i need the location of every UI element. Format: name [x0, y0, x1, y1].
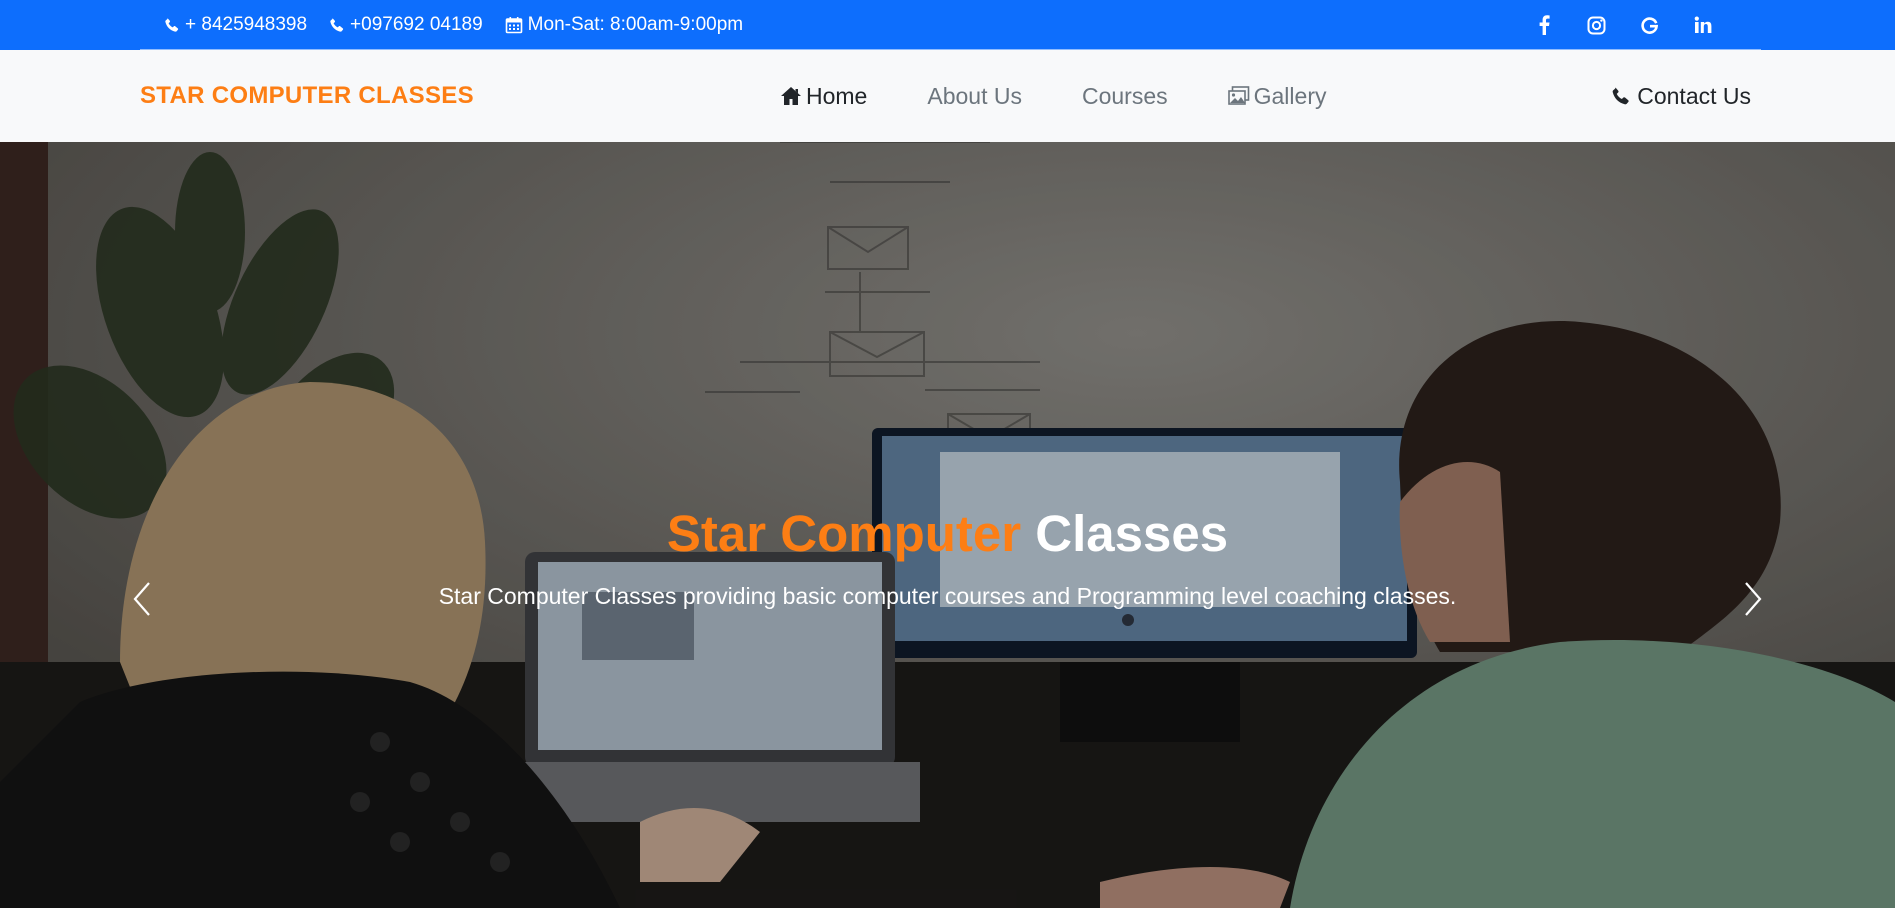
opening-hours-text: Mon-Sat: 8:00am-9:00pm [527, 14, 744, 35]
facebook-icon [1539, 15, 1550, 35]
instagram-icon [1587, 16, 1606, 34]
phone-2[interactable]: +097692 04189 [329, 14, 483, 36]
phone-icon [330, 18, 344, 32]
phone-1-text: + 8425948398 [185, 14, 308, 35]
phone-1[interactable]: + 8425948398 [164, 14, 307, 36]
hero-title-rest: Classes [1035, 505, 1229, 562]
nav-gallery[interactable]: Gallery [1227, 82, 1327, 110]
phone-icon [1612, 87, 1629, 105]
nav-home[interactable]: Home [780, 83, 867, 110]
nav-home-label: Home [806, 82, 868, 109]
opening-hours: Mon-Sat: 8:00am-9:00pm [505, 14, 743, 36]
nav-about-label: About Us [927, 82, 1022, 109]
nav-courses[interactable]: Courses [1082, 83, 1168, 110]
hero-subtitle: Star Computer Classes providing basic co… [438, 583, 1457, 609]
nav-contact-label: Contact Us [1637, 82, 1751, 109]
hero-carousel: Star Computer Classes Star Computer Clas… [0, 142, 1895, 908]
carousel-next-button[interactable] [1738, 574, 1768, 624]
nav-links: Home About Us Courses Gallery [780, 50, 1326, 142]
carousel-prev-button[interactable] [127, 574, 157, 624]
nav-contact[interactable]: Contact Us [1611, 50, 1751, 142]
main-navbar: STAR COMPUTER CLASSES Home About Us Cour… [0, 50, 1895, 142]
nav-gallery-label: Gallery [1253, 82, 1327, 109]
linkedin-icon [1694, 16, 1711, 33]
brand-logo[interactable]: STAR COMPUTER CLASSES [140, 50, 474, 142]
gallery-icon [1227, 86, 1249, 105]
google-link[interactable] [1623, 0, 1676, 50]
nav-courses-label: Courses [1081, 82, 1168, 109]
social-links [1517, 0, 1729, 50]
top-bar-inner: + 8425948398 +097692 04189 Mon-Sat: 8:00… [140, 0, 1761, 50]
calendar-icon [505, 17, 522, 34]
facebook-link[interactable] [1517, 0, 1570, 50]
instagram-link[interactable] [1570, 0, 1623, 50]
top-bar: + 8425948398 +097692 04189 Mon-Sat: 8:00… [0, 0, 1895, 50]
phone-icon [165, 18, 179, 32]
linkedin-link[interactable] [1676, 0, 1729, 50]
contact-info: + 8425948398 +097692 04189 Mon-Sat: 8:00… [164, 0, 765, 50]
phone-2-text: +097692 04189 [350, 14, 483, 35]
google-icon [1641, 16, 1659, 34]
hero-title: Star Computer Classes [0, 504, 1895, 563]
chevron-left-icon [133, 582, 150, 616]
home-icon [781, 87, 801, 105]
nav-about[interactable]: About Us [927, 83, 1022, 110]
chevron-right-icon [1745, 582, 1762, 616]
hero-title-accent: Star Computer [666, 505, 1022, 562]
